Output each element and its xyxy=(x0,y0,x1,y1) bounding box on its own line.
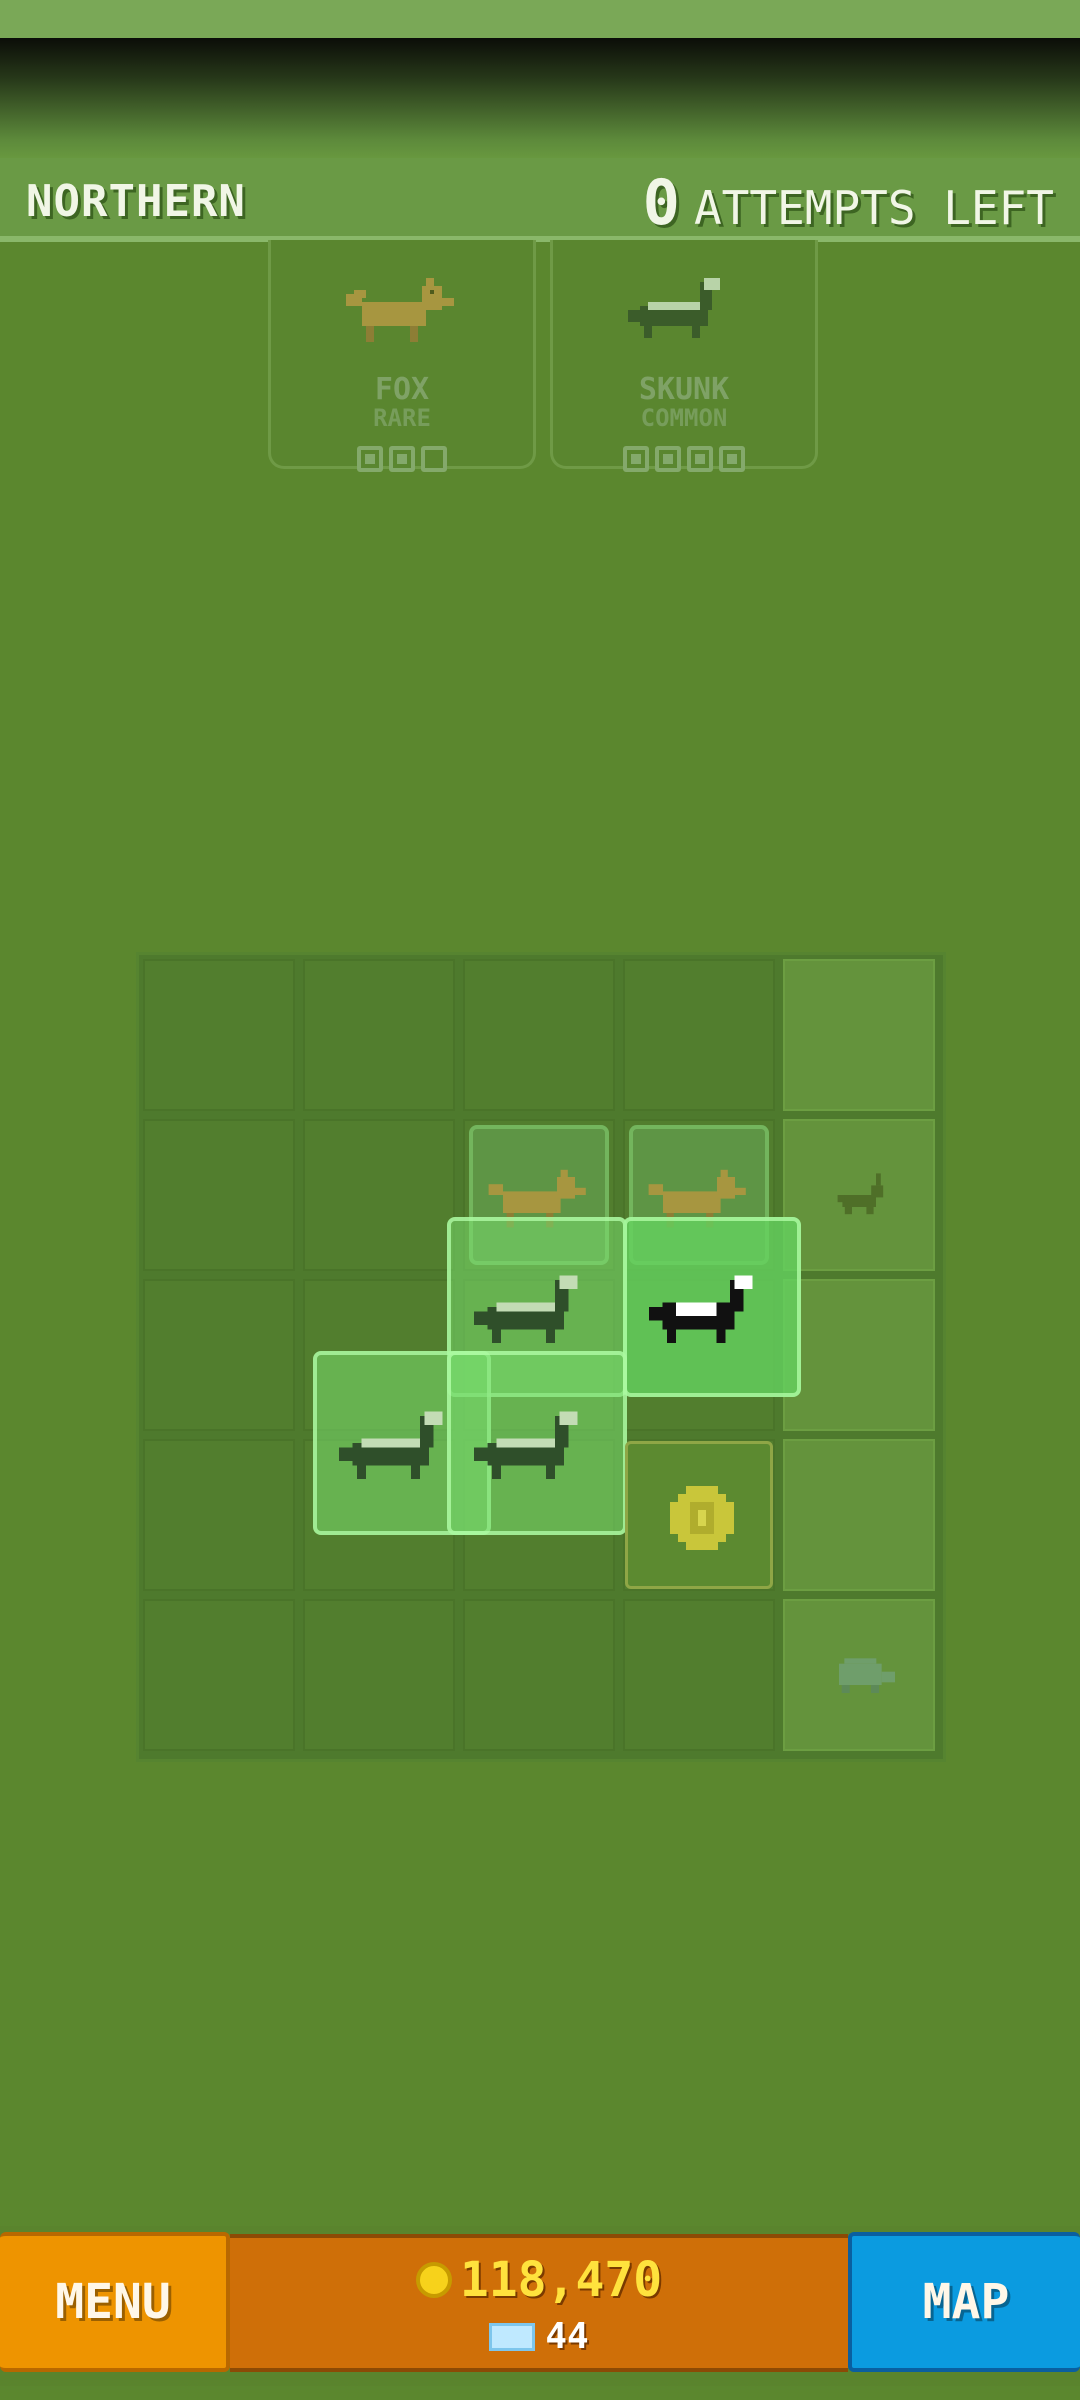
ticket-icon xyxy=(489,2322,536,2351)
slot xyxy=(655,446,681,472)
coin-icon xyxy=(415,2262,452,2298)
status-bar xyxy=(0,0,1080,38)
attempts-label: ATTEMPTS LEFT xyxy=(693,181,1054,235)
skunk-icon xyxy=(649,1275,753,1343)
skunk-icon xyxy=(474,1411,578,1479)
game-board xyxy=(136,952,946,1762)
turtle-icon xyxy=(839,1658,895,1693)
board-cell[interactable] xyxy=(143,1119,295,1271)
coin-icon xyxy=(670,1486,734,1550)
board-cell[interactable] xyxy=(303,1119,455,1271)
attempts-counter: 0 ATTEMPTS LEFT xyxy=(643,166,1054,239)
board-cell[interactable] xyxy=(303,1599,455,1751)
slot xyxy=(389,446,415,472)
board-cell[interactable] xyxy=(463,959,615,1111)
skunk-icon xyxy=(628,278,720,338)
coin-cell xyxy=(625,1441,773,1589)
board-cell[interactable] xyxy=(143,1599,295,1751)
board-cell xyxy=(783,1599,935,1751)
board-cell[interactable] xyxy=(463,1599,615,1751)
slot xyxy=(357,446,383,472)
skunk-icon xyxy=(474,1275,578,1343)
board-cell xyxy=(783,959,935,1111)
board-cell[interactable] xyxy=(143,1439,295,1591)
fox-icon xyxy=(346,278,454,342)
target-card-skunk[interactable]: SKUNK COMMON xyxy=(550,240,818,472)
top-shade xyxy=(0,38,1080,158)
board-cell[interactable] xyxy=(623,959,775,1111)
attempts-count: 0 xyxy=(642,166,680,239)
skunk-tile xyxy=(447,1351,627,1535)
board-cell[interactable] xyxy=(143,1279,295,1431)
coin-balance: 118,470 xyxy=(230,2252,848,2308)
board-cell[interactable] xyxy=(143,959,295,1111)
slot xyxy=(421,446,447,472)
gem-amount: 44 xyxy=(545,2316,589,2357)
board-cell xyxy=(783,1439,935,1591)
progress-slots xyxy=(553,446,815,472)
currency-panel: 118,470 44 xyxy=(230,2234,848,2372)
rabbit-icon xyxy=(837,1173,884,1215)
slot xyxy=(719,446,745,472)
board-cell xyxy=(783,1279,935,1431)
header-bar: NORTHERN 0 ATTEMPTS LEFT xyxy=(0,158,1080,242)
gem-balance: 44 xyxy=(230,2316,848,2357)
skunk-tile xyxy=(623,1217,801,1397)
board-cell[interactable] xyxy=(303,959,455,1111)
target-rarity: COMMON xyxy=(640,404,728,432)
target-name: FOX xyxy=(374,372,430,407)
map-button[interactable]: MAP xyxy=(848,2232,1080,2372)
region-name: NORTHERN xyxy=(26,176,246,227)
slot xyxy=(623,446,649,472)
target-card-fox[interactable]: FOX RARE xyxy=(268,240,536,472)
board-cell xyxy=(783,1119,935,1271)
coin-amount: 118,470 xyxy=(459,2252,663,2308)
target-name: SKUNK xyxy=(638,372,730,407)
target-rarity: RARE xyxy=(373,404,431,432)
slot xyxy=(687,446,713,472)
board-cell[interactable] xyxy=(623,1599,775,1751)
progress-slots xyxy=(271,446,533,472)
menu-button[interactable]: MENU xyxy=(0,2232,230,2372)
